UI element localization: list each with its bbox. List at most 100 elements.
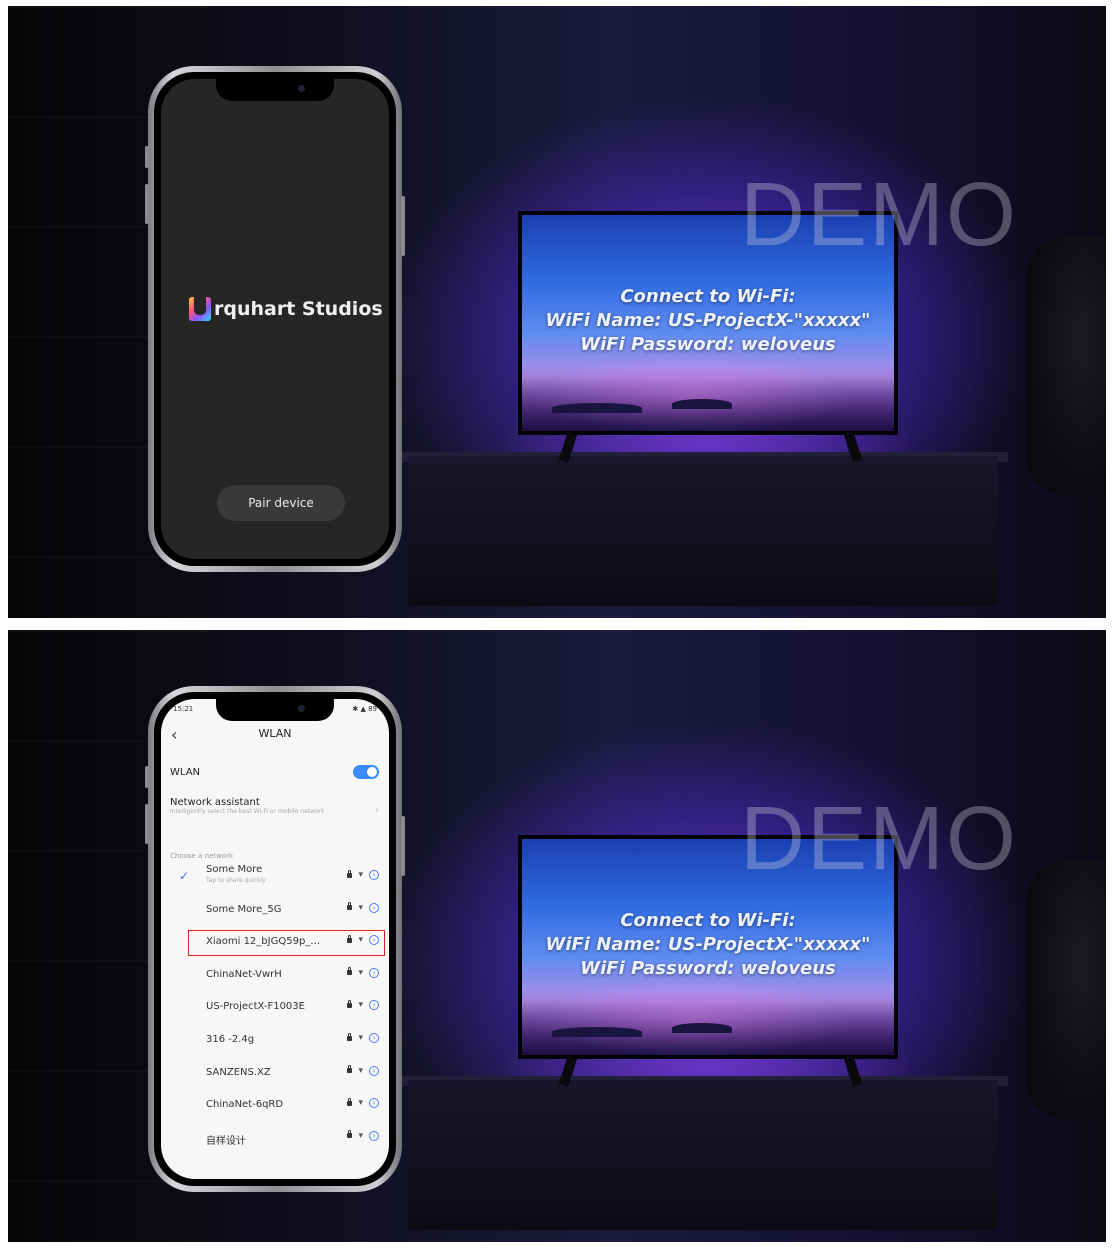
phone-app: rquhart Studios Pair device [145, 66, 405, 572]
network-icons: ▾ › [347, 1130, 379, 1141]
tv-instructions: Connect to Wi-Fi: WiFi Name: US-ProjectX… [522, 285, 894, 357]
info-icon[interactable]: › [369, 902, 379, 913]
network-icons: ▾ › [347, 999, 379, 1011]
network-icons: ▾ › [347, 902, 379, 913]
tv-line-2: WiFi Name: US-ProjectX-"xxxxx" [545, 310, 871, 331]
info-icon[interactable]: › [369, 967, 379, 978]
phone-side-button [145, 804, 149, 844]
wifi-icon: ▾ [358, 1130, 363, 1141]
wifi-icon: ▾ [358, 870, 363, 880]
lock-icon [347, 1032, 353, 1041]
plant [1026, 236, 1106, 496]
brand-name: rquhart Studios [214, 298, 383, 320]
lock-icon [347, 999, 353, 1008]
highlight-box [188, 930, 385, 957]
network-hint: Tap to share quickly [206, 877, 266, 884]
demo-watermark: DEMO [740, 789, 1018, 889]
tv-island [552, 403, 642, 413]
network-icons: ▾ › [347, 967, 379, 978]
wifi-icon: ▾ [358, 1065, 363, 1076]
network-row[interactable]: ChinaNet-VwrH ▾ › [170, 961, 381, 991]
network-name: ChinaNet-6qRD [206, 1099, 284, 1111]
status-icons: ✱ ▲ 89 [352, 705, 377, 713]
checkmark-icon: ✓ [179, 869, 190, 883]
network-row[interactable]: 316 -2.4g ▾ › [170, 1026, 381, 1056]
lock-icon [347, 902, 353, 911]
info-icon[interactable]: › [369, 870, 379, 880]
tv-island [672, 1023, 732, 1033]
network-row[interactable]: ✓ Some More Tap to share quickly ▾ › [170, 863, 381, 893]
chevron-right-icon: › [375, 805, 379, 816]
wifi-icon: ▾ [358, 1033, 363, 1043]
tv-cabinet [408, 456, 998, 606]
network-name: SANZENS.XZ [206, 1066, 271, 1078]
lock-icon [347, 1065, 353, 1074]
wlan-toggle[interactable] [353, 765, 379, 779]
tv-line-1: Connect to Wi-Fi: [620, 910, 796, 931]
wifi-icon: ▾ [358, 902, 363, 913]
info-icon[interactable]: › [369, 1065, 379, 1076]
info-icon[interactable]: › [369, 1130, 379, 1141]
wifi-icon: ▾ [358, 1000, 363, 1011]
info-icon[interactable]: › [369, 1098, 379, 1109]
lock-icon [347, 1097, 353, 1106]
network-name: 自样设计 [206, 1135, 246, 1147]
network-icons: ▾ › [347, 869, 379, 880]
network-row[interactable]: Xiaomi 12_bJGQ59p_… ▾ › [170, 928, 385, 958]
network-row[interactable]: US-ProjectX-F1003E ▾ › [170, 993, 381, 1023]
lock-icon [347, 967, 353, 976]
phone-side-button [145, 146, 149, 168]
tv-line-1: Connect to Wi-Fi: [620, 286, 796, 307]
network-name: US-ProjectX-F1003E [206, 1001, 305, 1013]
network-assistant-subtitle: Intelligently select the best Wi-Fi or m… [170, 808, 325, 815]
page-title: WLAN [258, 727, 292, 740]
back-arrow-icon[interactable]: ‹ [171, 725, 177, 744]
phone-notch [216, 699, 334, 721]
network-row[interactable]: SANZENS.XZ ▾ › [170, 1059, 381, 1089]
tv-line-3: WiFi Password: weloveus [580, 334, 836, 355]
tv-island [552, 1027, 642, 1037]
phone-side-button [145, 766, 149, 788]
choose-network-label: Choose a network [170, 852, 234, 860]
phone-side-button [401, 816, 405, 876]
nav-bar: ‹ WLAN [161, 725, 389, 747]
tv-cabinet [408, 1080, 998, 1230]
network-row[interactable]: ChinaNet-6qRD ▾ › [170, 1091, 381, 1121]
tv-line-3: WiFi Password: weloveus [580, 958, 836, 979]
app-splash-screen: rquhart Studios Pair device [161, 79, 389, 559]
network-name: ChinaNet-VwrH [206, 968, 282, 980]
status-time: 15:21 [173, 705, 194, 713]
wlan-label: WLAN [170, 767, 201, 778]
pair-device-button[interactable]: Pair device [217, 485, 345, 521]
network-icons: ▾ › [347, 1065, 379, 1076]
phone-wlan: 15:21 ✱ ▲ 89 ‹ WLAN WLAN Network assista… [145, 686, 405, 1192]
info-icon[interactable]: › [369, 1033, 379, 1043]
demo-watermark: DEMO [740, 165, 1018, 265]
wifi-icon: ▾ [358, 1098, 363, 1109]
wifi-icon: ▾ [358, 967, 363, 978]
network-row[interactable]: Some More_5G ▾ › [170, 896, 381, 926]
network-name: Some More_5G [206, 903, 282, 915]
tv-line-2: WiFi Name: US-ProjectX-"xxxxx" [545, 934, 871, 955]
phone-side-button [401, 196, 405, 256]
network-assistant-row[interactable]: Network assistant Intelligently select t… [170, 797, 381, 816]
wlan-settings-screen: 15:21 ✱ ▲ 89 ‹ WLAN WLAN Network assista… [161, 699, 389, 1179]
wlan-toggle-row: WLAN [170, 765, 381, 779]
network-name: Some More [206, 864, 263, 875]
top-scene: Connect to Wi-Fi: WiFi Name: US-ProjectX… [8, 6, 1106, 618]
phone-side-button [145, 184, 149, 224]
info-icon[interactable]: › [369, 1000, 379, 1011]
phone-notch [216, 79, 334, 101]
brand-logo: rquhart Studios [189, 297, 383, 321]
network-icons: ▾ › [347, 1097, 379, 1109]
brand-mark-icon [189, 297, 211, 321]
network-name: 316 -2.4g [206, 1034, 255, 1045]
network-row[interactable]: 自样设计 ▾ › [170, 1124, 381, 1154]
bottom-scene: Connect to Wi-Fi: WiFi Name: US-ProjectX… [8, 630, 1106, 1242]
network-assistant-title: Network assistant [170, 797, 260, 808]
plant [1026, 860, 1106, 1120]
tv-instructions: Connect to Wi-Fi: WiFi Name: US-ProjectX… [522, 909, 894, 981]
lock-icon [347, 869, 353, 878]
tv-island [672, 399, 732, 409]
lock-icon [347, 1130, 353, 1139]
